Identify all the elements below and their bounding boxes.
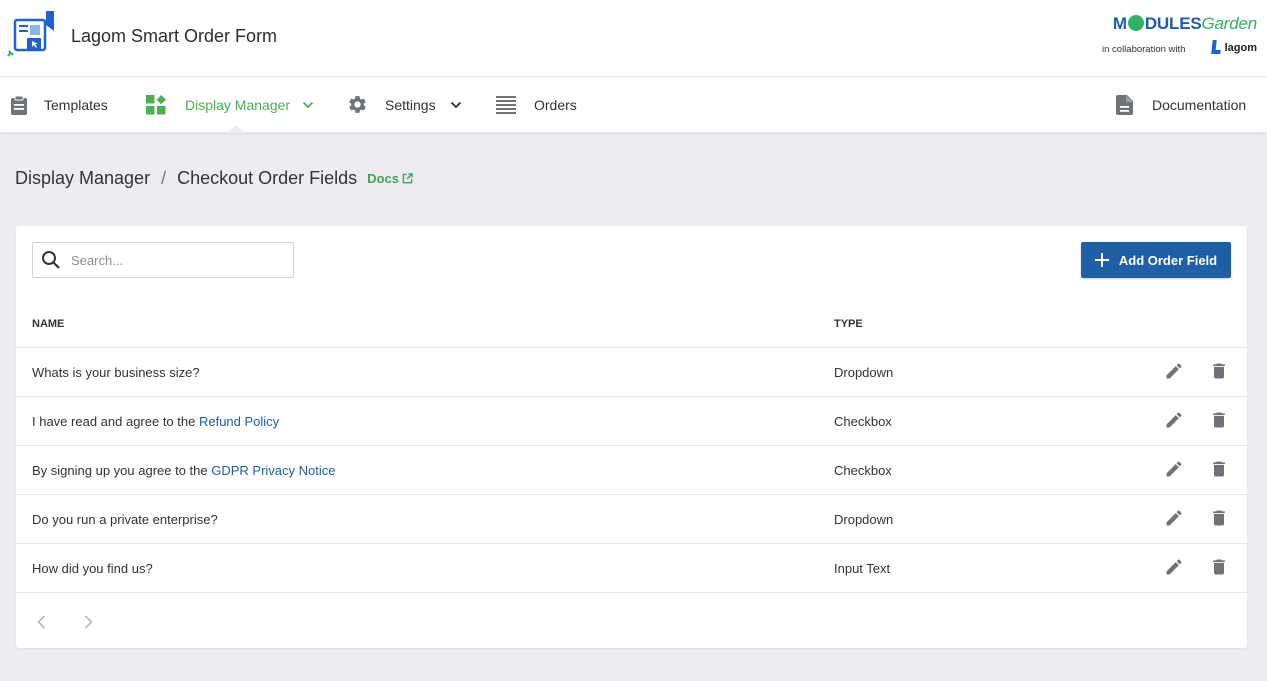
active-nav-indicator — [227, 125, 245, 133]
edit-button[interactable] — [1164, 410, 1184, 433]
list-icon — [496, 95, 516, 114]
lagom-logo: lagom — [1210, 40, 1257, 54]
field-name: How did you find us? — [32, 561, 153, 576]
table-body: Whats is your business size? Dropdown I ha… — [16, 348, 1247, 593]
edit-button[interactable] — [1164, 508, 1184, 531]
trash-icon — [1213, 461, 1225, 477]
breadcrumb-separator: / — [161, 168, 167, 188]
nav-item-label: Settings — [385, 96, 436, 113]
table-row: Whats is your business size? Dropdown — [16, 348, 1247, 397]
pencil-icon — [1166, 510, 1182, 526]
nav-item-label: Orders — [534, 96, 577, 113]
delete-button[interactable] — [1209, 508, 1229, 531]
add-order-field-button[interactable]: Add Order Field — [1081, 242, 1231, 278]
table-header: NAME TYPE — [16, 302, 1247, 348]
field-name: Do you run a private enterprise? — [32, 512, 218, 527]
app-title: Lagom Smart Order Form — [71, 26, 278, 46]
edit-button[interactable] — [1164, 361, 1184, 384]
widgets-icon — [146, 94, 166, 114]
external-link-icon — [402, 173, 413, 184]
field-name-link[interactable]: GDPR Privacy Notice — [211, 463, 335, 478]
docs-link[interactable]: Docs — [367, 171, 413, 186]
main-nav: Templates Display Manager Settings Order… — [0, 77, 1267, 132]
prev-page-button[interactable] — [37, 615, 46, 634]
breadcrumb: Display Manager / Checkout Order Fields … — [15, 168, 413, 189]
pencil-icon — [1166, 363, 1182, 379]
chevron-right-icon — [84, 615, 93, 629]
table-row: Do you run a private enterprise? Dropdown — [16, 495, 1247, 544]
nav-item-display-manager[interactable]: Display Manager — [146, 77, 314, 132]
clipboard-icon — [11, 95, 27, 115]
order-fields-card: Add Order Field NAME TYPE Whats is your … — [16, 226, 1247, 648]
nav-item-settings[interactable]: Settings — [347, 77, 462, 132]
app-logo-icon — [6, 11, 56, 61]
field-type: Checkbox — [834, 463, 892, 478]
nav-item-orders[interactable]: Orders — [496, 77, 577, 132]
field-name-link[interactable]: Refund Policy — [199, 414, 279, 429]
edit-button[interactable] — [1164, 459, 1184, 482]
chevron-down-icon — [302, 101, 314, 108]
field-name: By signing up you agree to the GDPR Priv… — [32, 463, 336, 478]
column-header-name[interactable]: NAME — [32, 318, 64, 330]
nav-item-label: Documentation — [1152, 96, 1247, 113]
nav-item-templates[interactable]: Templates — [10, 77, 108, 132]
nav-item-documentation[interactable]: Documentation — [1116, 77, 1246, 132]
pencil-icon — [1166, 412, 1182, 428]
app-header: Lagom Smart Order Form M DULESGarden in c… — [0, 0, 1267, 77]
globe-icon — [1127, 15, 1144, 31]
trash-icon — [1213, 412, 1225, 428]
add-order-field-label: Add Order Field — [1118, 252, 1218, 268]
search-icon — [42, 251, 60, 269]
pagination — [16, 608, 1247, 638]
page-title: Checkout Order Fields — [177, 168, 358, 188]
pencil-icon — [1166, 559, 1182, 575]
table-row: I have read and agree to the Refund Poli… — [16, 397, 1247, 446]
search-box[interactable] — [32, 242, 294, 278]
field-type: Input Text — [834, 561, 891, 576]
field-name: Whats is your business size? — [32, 365, 200, 380]
chevron-left-icon — [37, 615, 46, 629]
brand-wordmark: M DULESGarden — [1112, 14, 1257, 33]
nav-item-label: Display Manager — [185, 96, 291, 113]
plus-icon — [1094, 253, 1109, 267]
chevron-down-icon — [450, 101, 461, 108]
field-type: Checkbox — [834, 414, 892, 429]
field-type: Dropdown — [834, 512, 894, 527]
gear-icon — [349, 96, 366, 113]
edit-button[interactable] — [1164, 557, 1184, 580]
delete-button[interactable] — [1209, 361, 1229, 384]
delete-button[interactable] — [1209, 410, 1229, 433]
column-header-type[interactable]: TYPE — [834, 318, 863, 330]
field-name: I have read and agree to the Refund Poli… — [32, 414, 280, 429]
modulesgarden-logo: M DULESGarden in collaboration with lagom — [1097, 14, 1257, 60]
trash-icon — [1213, 363, 1225, 379]
pencil-icon — [1166, 461, 1182, 477]
breadcrumb-parent[interactable]: Display Manager — [15, 168, 150, 189]
lagom-mark-icon — [1210, 40, 1222, 54]
table-row: By signing up you agree to the GDPR Priv… — [16, 446, 1247, 495]
table-row: How did you find us? Input Text — [16, 544, 1247, 593]
nav-item-label: Templates — [44, 96, 108, 113]
trash-icon — [1213, 559, 1225, 575]
next-page-button[interactable] — [84, 615, 93, 634]
document-icon — [1116, 94, 1133, 115]
docs-link-label: Docs — [367, 171, 399, 186]
delete-button[interactable] — [1209, 459, 1229, 482]
search-input[interactable] — [71, 252, 271, 268]
delete-button[interactable] — [1209, 557, 1229, 580]
field-type: Dropdown — [834, 365, 894, 380]
trash-icon — [1213, 510, 1225, 526]
brand-collab-text: in collaboration with — [1102, 44, 1186, 55]
